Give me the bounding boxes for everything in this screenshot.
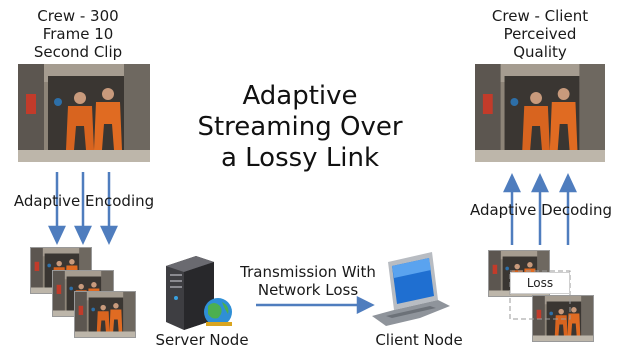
loss-label-box: Loss [510,272,570,294]
loss-label: Loss [526,276,554,290]
server-node-label: Server Node [155,331,249,349]
laptop-icon [372,252,450,326]
server-icon [166,256,232,330]
client-node-label: Client Node [375,331,463,349]
transmission-label-line-2: Network Loss [257,281,359,299]
transmission-arrow [256,295,375,315]
encoding-label: Adaptive Encoding [13,192,155,210]
transmission-label: Transmission With Network Loss [236,263,380,299]
transmission-label-line-1: Transmission With [240,263,376,281]
decoding-label: Adaptive Decoding [469,201,613,219]
